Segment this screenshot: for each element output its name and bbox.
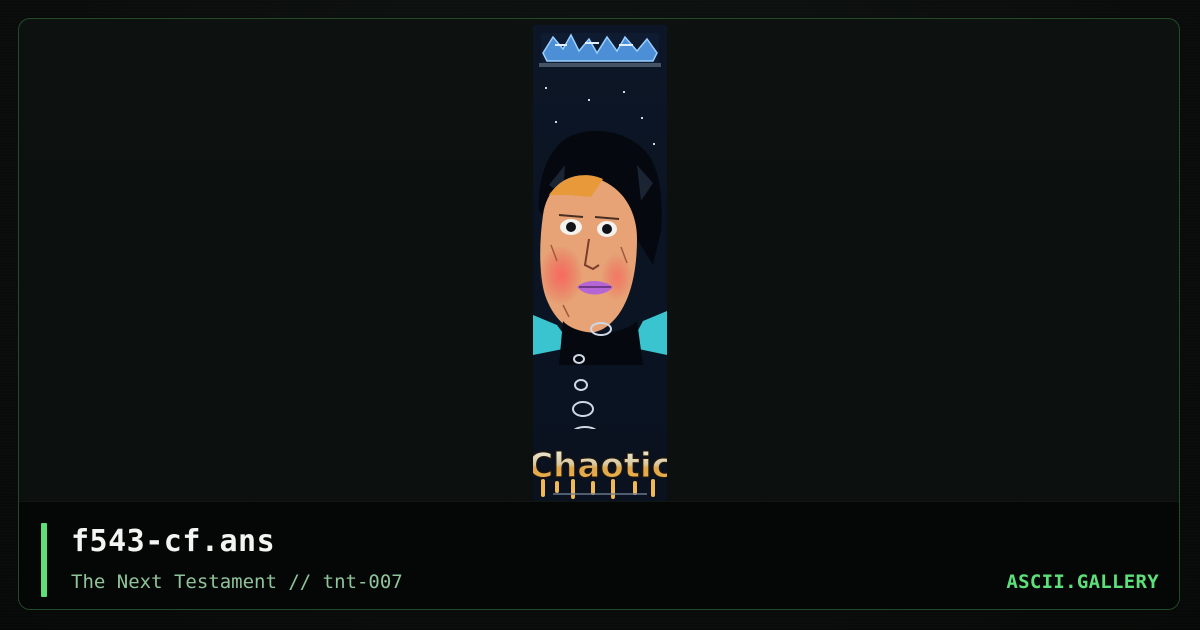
footer-logo: Chaotic: [533, 429, 667, 499]
header-logo: [539, 33, 661, 67]
site-brand[interactable]: ASCII.GALLERY: [1006, 570, 1159, 594]
file-title[interactable]: f543-cf.ans: [71, 522, 275, 562]
card-footer: f543-cf.ans The Next Testament // tnt-00…: [19, 501, 1179, 609]
svg-text:Chaotic: Chaotic: [533, 446, 667, 486]
pack-meta: The Next Testament // tnt-007: [71, 571, 403, 593]
accent-bar: [41, 523, 47, 597]
ansi-art-image: Chaotic: [533, 25, 667, 501]
gallery-card[interactable]: Chaotic f543-cf.ans The Next Testament /…: [18, 18, 1180, 610]
ansi-art-preview[interactable]: Chaotic: [533, 25, 667, 501]
